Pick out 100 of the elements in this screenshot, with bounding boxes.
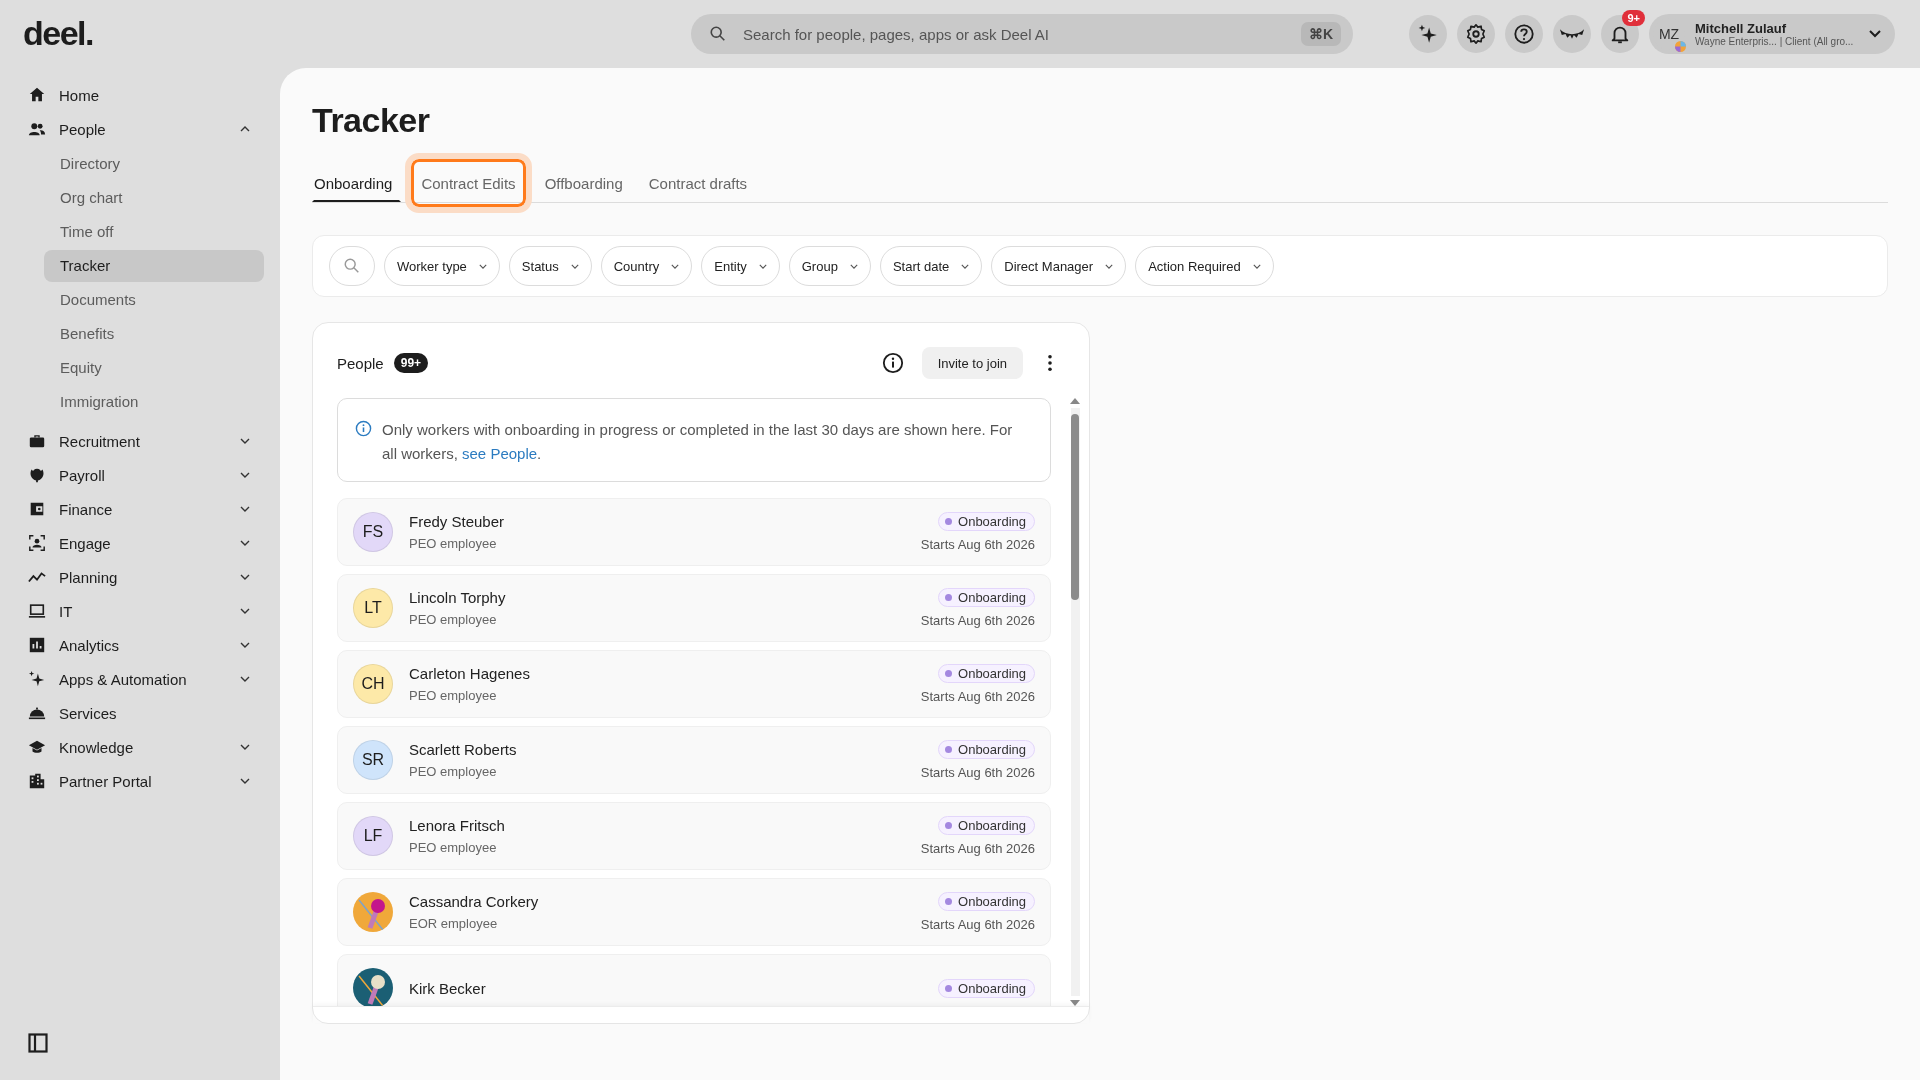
avatar: LT [353, 588, 393, 628]
chart-icon [28, 636, 46, 654]
nav-item[interactable]: Apps & Automation [28, 662, 264, 696]
nav-item[interactable]: Partner Portal [28, 764, 264, 798]
nav-subitem[interactable]: Time off [44, 216, 264, 248]
scroll-up-icon[interactable] [1070, 398, 1080, 404]
chevron-down-icon [1105, 263, 1114, 269]
chevron-down-icon [240, 438, 250, 444]
info-icon [355, 420, 372, 437]
person-name: Lincoln Torphy [409, 589, 507, 606]
person-name: Carleton Hagenes [409, 665, 531, 682]
chevron-down-icon [478, 263, 487, 269]
more-icon[interactable] [1047, 354, 1053, 372]
bag-icon [28, 432, 46, 450]
nav-subitem[interactable]: Documents [44, 284, 264, 316]
see-people-link[interactable]: see People [462, 445, 538, 462]
nav-subitem[interactable]: Tracker [44, 250, 264, 282]
nav-item[interactable]: Payroll [28, 458, 264, 492]
count-badge: 99+ [393, 353, 429, 373]
filter-dropdown[interactable]: Direct Manager [991, 246, 1127, 286]
logo[interactable]: deel. [0, 0, 93, 64]
nav-item[interactable]: Analytics [28, 628, 264, 662]
nav-item[interactable]: Planning [28, 560, 264, 594]
nav-item[interactable]: Home [28, 78, 264, 112]
start-date: Starts Aug 6th 2026 [920, 689, 1035, 704]
status-badge: Onboarding [938, 978, 1035, 998]
tab[interactable]: Offboarding [535, 164, 632, 202]
filter-dropdown[interactable]: Action Required [1135, 246, 1274, 286]
status-badge: Onboarding [938, 816, 1035, 835]
chevron-down-icon [240, 778, 250, 784]
avatar: FS [353, 512, 393, 552]
nav-item[interactable]: IT [28, 594, 264, 628]
worker-type: PEO employee [409, 688, 498, 703]
chevron-down-icon [240, 608, 250, 614]
person-name: Fredy Steuber [409, 513, 506, 530]
settings-button[interactable] [1457, 15, 1495, 53]
filter-dropdown[interactable]: Status [508, 246, 592, 286]
person-name: Lenora Fritsch [409, 817, 506, 834]
status-badge: Onboarding [938, 588, 1035, 607]
chevron-down-icon [758, 263, 767, 269]
person-row[interactable]: Cassandra Corkery EOR employee Onboarding Starts Aug 6th 2026 [337, 878, 1051, 946]
ai-sparkle-button[interactable] [1409, 15, 1447, 53]
nav-item[interactable]: People [28, 112, 264, 146]
notifications-button[interactable] [1601, 15, 1639, 53]
worker-type: PEO employee [409, 840, 498, 855]
chevron-down-icon [240, 472, 250, 478]
filter-dropdown[interactable]: Start date [879, 246, 983, 286]
nav-item[interactable]: Services [28, 696, 264, 730]
account-menu[interactable]: MZ Mitchell Zulauf Wayne Enterpris... | Client (All gro... [1649, 14, 1895, 54]
filter-dropdown[interactable]: Entity [701, 246, 780, 286]
nav-subitem[interactable]: Equity [44, 352, 264, 384]
nav-item[interactable]: Recruitment [28, 424, 264, 458]
chevron-down-icon [671, 263, 680, 269]
worker-type: PEO employee [409, 764, 498, 779]
avatar: LF [353, 816, 393, 856]
nav-subitem[interactable]: Benefits [44, 318, 264, 350]
org-logo-icon [1675, 41, 1686, 52]
chevron-down-icon [240, 642, 250, 648]
chevron-down-icon [1869, 30, 1881, 38]
scroll-down-icon[interactable] [1070, 1000, 1080, 1006]
worker-type: PEO employee [409, 612, 498, 627]
nav-item[interactable]: Knowledge [28, 730, 264, 764]
help-button[interactable] [1505, 15, 1543, 53]
nav-item[interactable]: Engage [28, 526, 264, 560]
person-row[interactable]: LF Lenora Fritsch PEO employee Onboarding Starts Aug 6th 2026 [337, 802, 1051, 870]
chevron-down-icon [240, 540, 250, 546]
person-row[interactable]: FS Fredy Steuber PEO employee Onboarding Starts Aug 6th 2026 [337, 498, 1051, 566]
search-input[interactable]: Search for people, pages, apps or ask Deel AI [741, 24, 1287, 44]
start-date: Starts Aug 6th 2026 [920, 917, 1035, 932]
building-icon [28, 772, 46, 790]
filter-dropdown[interactable]: Group [788, 246, 871, 286]
search-icon [343, 257, 361, 275]
sidebar-toggle-icon[interactable] [28, 1033, 48, 1053]
settings-icon [1465, 23, 1487, 45]
nav-item[interactable]: Finance [28, 492, 264, 526]
tab[interactable]: Contract drafts [639, 164, 757, 202]
nav-subitem[interactable]: Org chart [44, 182, 264, 214]
search-bar[interactable]: Search for people, pages, apps or ask Deel AI ⌘K [691, 14, 1353, 54]
person-row[interactable]: LT Lincoln Torphy PEO employee Onboarding Starts Aug 6th 2026 [337, 574, 1051, 642]
person-row[interactable]: Kirk Becker Onboarding [337, 954, 1051, 1006]
person-name: Kirk Becker [409, 979, 487, 997]
scrollbar-thumb[interactable] [1071, 414, 1079, 600]
scrollbar-track[interactable] [1070, 408, 1080, 996]
status-badge: Onboarding [938, 512, 1035, 531]
privacy-button[interactable] [1553, 15, 1591, 53]
person-row[interactable]: CH Carleton Hagenes PEO employee Onboarding Starts Aug 6th 2026 [337, 650, 1051, 718]
wallet-icon [28, 500, 46, 518]
tab[interactable]: Contract Edits [405, 153, 532, 213]
invite-button[interactable]: Invite to join [921, 347, 1023, 379]
start-date: Starts Aug 6th 2026 [920, 537, 1035, 552]
filter-dropdown[interactable]: Worker type [384, 246, 500, 286]
nav-subitem[interactable]: Directory [44, 148, 264, 180]
person-row[interactable]: SR Scarlett Roberts PEO employee Onboarding Starts Aug 6th 2026 [337, 726, 1051, 794]
avatar: CH [353, 664, 393, 704]
status-badge: Onboarding [938, 892, 1035, 911]
tab[interactable]: Onboarding [312, 164, 402, 202]
filter-dropdown[interactable]: Country [600, 246, 693, 286]
nav-subitem[interactable]: Immigration [44, 386, 264, 418]
info-icon[interactable] [881, 352, 904, 374]
people-icon [28, 120, 46, 138]
